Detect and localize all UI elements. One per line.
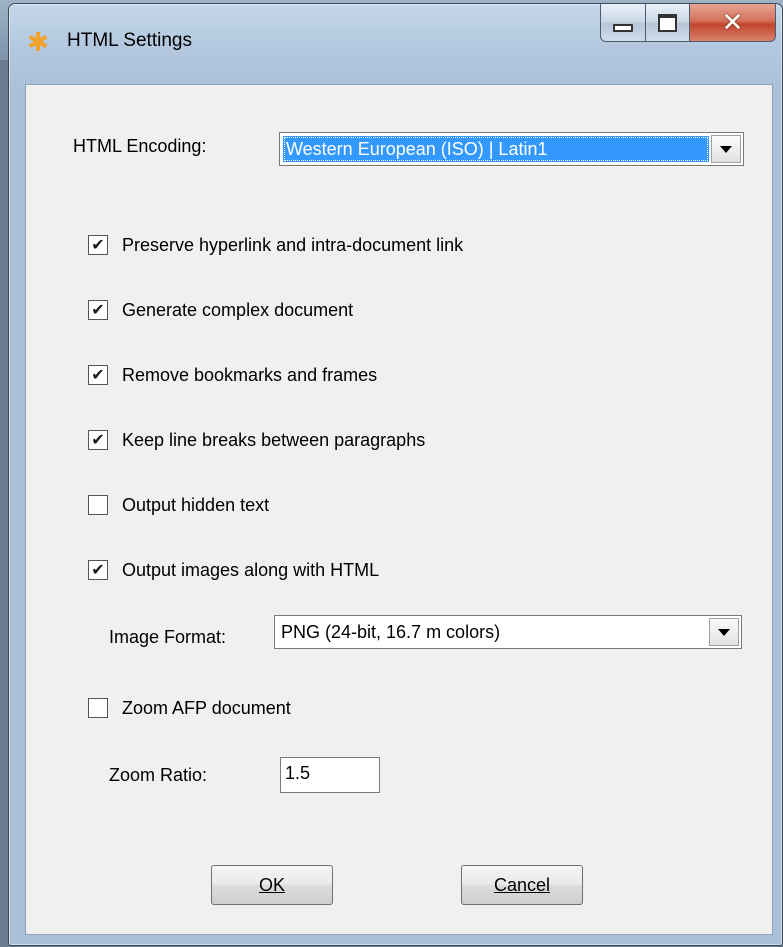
- zoom-afp-label: Zoom AFP document: [122, 697, 291, 718]
- html-encoding-dropdown-button[interactable]: [711, 135, 741, 163]
- option-generate-complex[interactable]: ✔ Generate complex document: [88, 298, 353, 322]
- keep-line-breaks-label: Keep line breaks between paragraphs: [122, 429, 426, 450]
- option-preserve-hyperlinks[interactable]: ✔ Preserve hyperlink and intra-document …: [88, 233, 463, 257]
- image-format-select[interactable]: PNG (24-bit, 16.7 m colors): [274, 615, 742, 649]
- minimize-icon: [613, 23, 633, 32]
- html-encoding-label: HTML Encoding:: [73, 136, 207, 156]
- option-output-hidden-text[interactable]: Output hidden text: [88, 493, 269, 517]
- output-hidden-text-label: Output hidden text: [122, 494, 270, 515]
- asterisk-app-icon: ✱: [27, 28, 49, 58]
- window-title: HTML Settings: [67, 30, 192, 51]
- zoom-afp-checkbox[interactable]: [88, 698, 108, 718]
- output-hidden-text-checkbox[interactable]: [88, 495, 108, 515]
- image-format-dropdown-button[interactable]: [709, 618, 739, 646]
- remove-bookmarks-checkbox[interactable]: ✔: [88, 365, 108, 385]
- remove-bookmarks-label: Remove bookmarks and frames: [122, 364, 378, 385]
- caption-buttons: ✕: [600, 4, 776, 44]
- html-settings-dialog: ✱ HTML Settings ✕ HTML Encoding: Western…: [8, 3, 783, 946]
- html-encoding-select[interactable]: Western European (ISO) | Latin1: [279, 132, 744, 166]
- minimize-button[interactable]: [600, 4, 646, 42]
- preserve-hyperlinks-checkbox[interactable]: ✔: [88, 235, 108, 255]
- ok-button-label: OK: [258, 874, 285, 895]
- close-button[interactable]: ✕: [690, 4, 776, 42]
- output-images-label: Output images along with HTML: [122, 559, 380, 580]
- image-format-label: Image Format:: [109, 627, 227, 647]
- keep-line-breaks-checkbox[interactable]: ✔: [88, 430, 108, 450]
- chevron-down-icon: [720, 145, 732, 153]
- ok-button[interactable]: OK: [211, 865, 333, 905]
- preserve-hyperlinks-label: Preserve hyperlink and intra-document li…: [122, 234, 464, 255]
- cancel-button-label: Cancel: [493, 874, 551, 895]
- generate-complex-label: Generate complex document: [122, 299, 354, 320]
- option-keep-line-breaks[interactable]: ✔ Keep line breaks between paragraphs: [88, 428, 425, 452]
- image-format-value: PNG (24-bit, 16.7 m colors): [281, 622, 501, 642]
- zoom-ratio-label: Zoom Ratio:: [109, 765, 208, 785]
- generate-complex-checkbox[interactable]: ✔: [88, 300, 108, 320]
- option-zoom-afp[interactable]: Zoom AFP document: [88, 696, 291, 720]
- maximize-button[interactable]: [646, 4, 690, 42]
- dialog-client-area: HTML Encoding: Western European (ISO) | …: [25, 84, 773, 935]
- chevron-down-icon: [718, 628, 730, 636]
- output-images-checkbox[interactable]: ✔: [88, 560, 108, 580]
- html-encoding-value: Western European (ISO) | Latin1: [283, 136, 709, 162]
- maximize-icon: [658, 13, 677, 32]
- title-bar[interactable]: ✱ HTML Settings ✕: [9, 4, 782, 84]
- zoom-ratio-input[interactable]: 1.5: [280, 757, 380, 793]
- option-remove-bookmarks[interactable]: ✔ Remove bookmarks and frames: [88, 363, 377, 387]
- close-icon: ✕: [721, 7, 744, 38]
- cancel-button[interactable]: Cancel: [461, 865, 583, 905]
- option-output-images[interactable]: ✔ Output images along with HTML: [88, 558, 379, 582]
